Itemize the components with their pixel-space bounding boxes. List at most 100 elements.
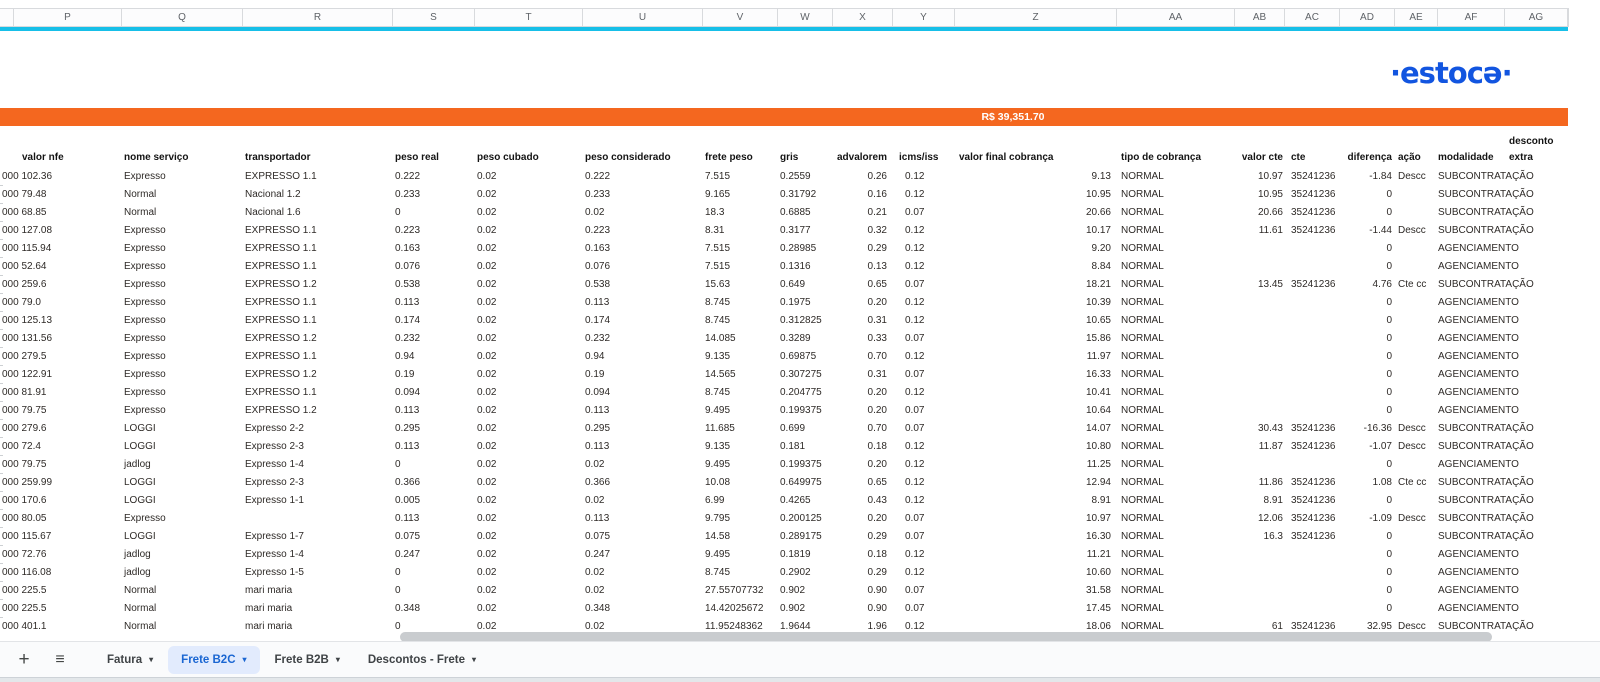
cell-adv[interactable]: 0.21	[833, 204, 893, 222]
cell-preal[interactable]: 0.113	[393, 438, 475, 456]
cell-acao[interactable]: Descc	[1395, 222, 1438, 240]
cell-mod[interactable]: SUBCONTRATAÇÃO	[1438, 510, 1534, 528]
cell-preal[interactable]: 0.113	[393, 510, 475, 528]
cell-adv[interactable]: 0.18	[833, 546, 893, 564]
cell-servico[interactable]: LOGGI	[122, 438, 243, 456]
cell-nfe[interactable]: 000 72.76	[0, 546, 122, 564]
cell-servico[interactable]: LOGGI	[122, 474, 243, 492]
cell-servico[interactable]: Normal	[122, 186, 243, 204]
cell-gris[interactable]: 0.199375	[778, 456, 833, 474]
cell-icms[interactable]: 0.07	[893, 600, 955, 618]
cell-pcons[interactable]: 0.233	[583, 186, 703, 204]
column-title-cte[interactable]: cte	[1285, 134, 1340, 168]
cell-transp[interactable]: EXPRESSO 1.1	[243, 258, 393, 276]
cell-pcons[interactable]: 0.075	[583, 528, 703, 546]
cell-icms[interactable]: 0.07	[893, 330, 955, 348]
cell-acao[interactable]	[1395, 204, 1438, 222]
cell-gris[interactable]: 0.204775	[778, 384, 833, 402]
cell-icms[interactable]: 0.12	[893, 564, 955, 582]
cell-servico[interactable]: Expresso	[122, 384, 243, 402]
cell-transp[interactable]: Expresso 2-3	[243, 474, 393, 492]
column-header-AG[interactable]: AG	[1505, 9, 1568, 26]
cell-tipo[interactable]: NORMAL	[1117, 186, 1235, 204]
cell-mod[interactable]: AGENCIAMENTO	[1438, 240, 1519, 258]
cell-acao[interactable]	[1395, 384, 1438, 402]
column-title-extra[interactable]: desconto extra	[1505, 134, 1568, 168]
cell-vcte[interactable]	[1235, 384, 1285, 402]
cell-icms[interactable]: 0.12	[893, 546, 955, 564]
cell-transp[interactable]: EXPRESSO 1.1	[243, 168, 393, 186]
cell-adv[interactable]: 0.20	[833, 510, 893, 528]
cell-cte[interactable]	[1285, 240, 1340, 258]
sheet-tab-fatura[interactable]: Fatura ▾	[94, 646, 166, 674]
cell-nfe[interactable]: 000 80.05	[0, 510, 122, 528]
cell-transp[interactable]: EXPRESSO 1.1	[243, 384, 393, 402]
cell-adv[interactable]: 0.26	[833, 168, 893, 186]
column-header-V[interactable]: V	[703, 9, 778, 26]
column-title-adv[interactable]: advalorem	[833, 134, 893, 168]
cell-transp[interactable]	[243, 510, 393, 528]
cell-preal[interactable]: 0.174	[393, 312, 475, 330]
cell-icms[interactable]: 0.12	[893, 438, 955, 456]
cell-vcte[interactable]	[1235, 564, 1285, 582]
cell-adv[interactable]: 0.29	[833, 528, 893, 546]
cell-acao[interactable]	[1395, 546, 1438, 564]
cell-preal[interactable]: 0.075	[393, 528, 475, 546]
cell-acao[interactable]	[1395, 312, 1438, 330]
cell-acao[interactable]	[1395, 330, 1438, 348]
cell-pcons[interactable]: 0.113	[583, 438, 703, 456]
cell-frete[interactable]: 14.565	[703, 366, 778, 384]
cell-gris[interactable]: 0.4265	[778, 492, 833, 510]
cell-vcte[interactable]: 30.43	[1235, 420, 1285, 438]
cell-gris[interactable]: 0.181	[778, 438, 833, 456]
cell-adv[interactable]: 0.20	[833, 456, 893, 474]
cell-vcte[interactable]: 12.06	[1235, 510, 1285, 528]
cell-cte[interactable]	[1285, 384, 1340, 402]
cell-acao[interactable]	[1395, 402, 1438, 420]
row-column-corner[interactable]	[0, 9, 14, 26]
cell-dif[interactable]: 0	[1340, 366, 1395, 384]
cell-servico[interactable]: Expresso	[122, 294, 243, 312]
cell-frete[interactable]: 8.745	[703, 294, 778, 312]
cell-servico[interactable]: Expresso	[122, 168, 243, 186]
column-title-acao[interactable]: ação	[1395, 134, 1438, 168]
cell-cte[interactable]: 35241236	[1285, 222, 1340, 240]
cell-pcub[interactable]: 0.02	[475, 420, 583, 438]
cell-pcons[interactable]: 0.295	[583, 420, 703, 438]
cell-frete[interactable]: 7.515	[703, 240, 778, 258]
cell-transp[interactable]: mari maria	[243, 618, 393, 632]
cell-acao[interactable]: Descc	[1395, 618, 1438, 632]
cell-vfinal[interactable]: 11.21	[955, 546, 1117, 564]
cell-icms[interactable]: 0.12	[893, 240, 955, 258]
column-header-W[interactable]: W	[778, 9, 833, 26]
cell-adv[interactable]: 0.18	[833, 438, 893, 456]
cell-acao[interactable]	[1395, 492, 1438, 510]
column-title-pcons[interactable]: peso considerado	[583, 134, 703, 168]
cell-icms[interactable]: 0.07	[893, 528, 955, 546]
column-title-servico[interactable]: nome serviço	[122, 134, 243, 168]
cell-mod[interactable]: SUBCONTRATAÇÃO	[1438, 276, 1534, 294]
cell-preal[interactable]: 0.223	[393, 222, 475, 240]
cell-pcub[interactable]: 0.02	[475, 258, 583, 276]
cell-tipo[interactable]: NORMAL	[1117, 312, 1235, 330]
cell-mod[interactable]: AGENCIAMENTO	[1438, 258, 1519, 276]
cell-cte[interactable]: 35241236	[1285, 168, 1340, 186]
cell-mod[interactable]: AGENCIAMENTO	[1438, 384, 1519, 402]
cell-icms[interactable]: 0.07	[893, 402, 955, 420]
sheet-tab-descontos-frete[interactable]: Descontos - Frete ▾	[355, 646, 489, 674]
cell-pcons[interactable]: 0.222	[583, 168, 703, 186]
cell-vfinal[interactable]: 9.13	[955, 168, 1117, 186]
cell-gris[interactable]: 0.902	[778, 600, 833, 618]
cell-vfinal[interactable]: 14.07	[955, 420, 1117, 438]
cell-transp[interactable]: Expresso 1-5	[243, 564, 393, 582]
cell-pcons[interactable]: 0.076	[583, 258, 703, 276]
column-title-dif[interactable]: diferença	[1340, 134, 1395, 168]
cell-frete[interactable]: 14.42025672	[703, 600, 778, 618]
cell-adv[interactable]: 0.90	[833, 582, 893, 600]
cell-vfinal[interactable]: 20.66	[955, 204, 1117, 222]
column-header-AE[interactable]: AE	[1395, 9, 1438, 26]
cell-vcte[interactable]	[1235, 330, 1285, 348]
cell-pcons[interactable]: 0.348	[583, 600, 703, 618]
cell-nfe[interactable]: 000 259.6	[0, 276, 122, 294]
cell-pcub[interactable]: 0.02	[475, 240, 583, 258]
